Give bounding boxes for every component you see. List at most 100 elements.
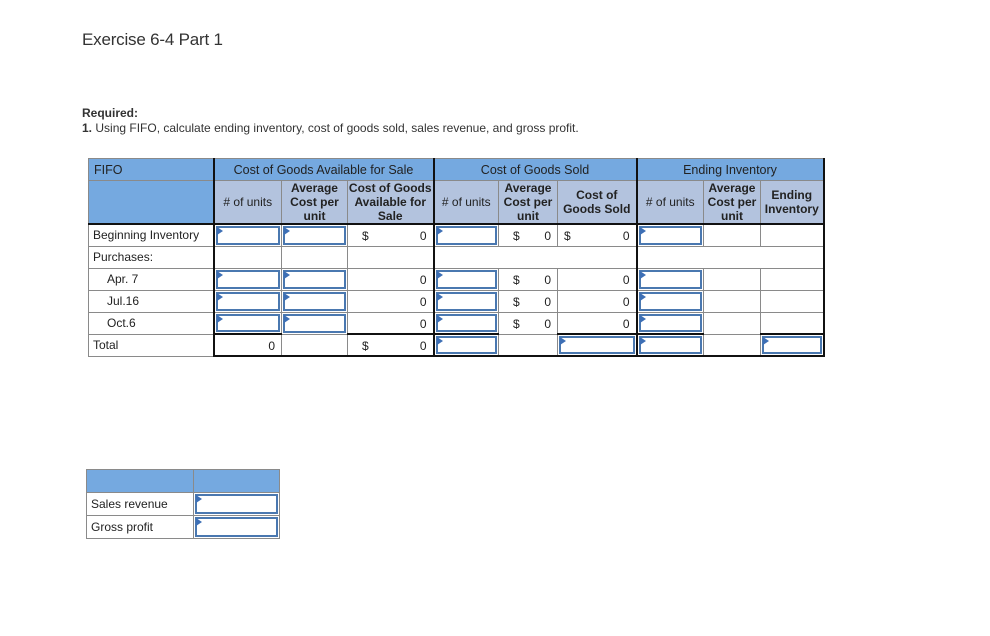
page-title: Exercise 6-4 Part 1	[82, 30, 223, 49]
cgas-avg-cost-input[interactable]	[283, 291, 346, 311]
cgas-total-cell: $0	[347, 223, 434, 247]
ei-units-input[interactable]	[638, 291, 702, 311]
table-row-purchases: Purchases:	[88, 245, 825, 269]
column-header-row: # of units Average Cost per unit Cost of…	[88, 180, 825, 225]
cogs-avg-cell: $0	[498, 289, 558, 313]
cogs-total-cell: 0	[557, 289, 637, 313]
cgas-avg-total-cell	[281, 333, 348, 357]
cogs-units-total-input[interactable]	[435, 336, 497, 354]
ei-avg-cell	[703, 311, 761, 335]
cogs-units-input[interactable]	[435, 313, 497, 332]
ei-total-cell	[760, 223, 825, 247]
cogs-total-value: 0	[622, 316, 630, 331]
cogs-avg-value: 0	[544, 229, 551, 243]
fifo-table: FIFO Cost of Goods Available for Sale Co…	[88, 158, 825, 357]
col-header-ei-total: Ending Inventory	[760, 180, 825, 225]
row-label: Total	[88, 333, 214, 357]
cogs-units-input[interactable]	[435, 269, 497, 289]
cgas-total-value: 0	[419, 316, 427, 331]
required-text: Using FIFO, calculate ending inventory, …	[95, 121, 579, 135]
table-row-total: Total 0 $0	[88, 333, 825, 357]
table-row-beginning-inventory: Beginning Inventory $0 $0 $0	[88, 223, 825, 247]
cgas-units-total-value: 0	[268, 339, 275, 353]
cgas-units-input[interactable]	[215, 226, 280, 245]
cogs-total-value: 0	[622, 294, 630, 309]
cgas-total-value: 0	[419, 294, 427, 309]
sales-revenue-input[interactable]	[195, 494, 278, 514]
cgas-total-cell: 0	[347, 311, 434, 335]
cogs-avg-cell: $0	[498, 311, 558, 335]
cogs-avg-value: 0	[544, 294, 551, 309]
gross-profit-label: Gross profit	[86, 515, 194, 539]
group-header-ei: Ending Inventory	[635, 158, 825, 181]
table-row-apr-7: Apr. 7 0 $0 0	[88, 267, 825, 291]
summary-row-gross-profit: Gross profit	[86, 515, 280, 539]
cgas-units-input[interactable]	[215, 291, 280, 311]
cogs-units-input[interactable]	[435, 291, 497, 311]
cogs-avg-value: 0	[544, 272, 551, 287]
cogs-total-value: 0	[622, 272, 630, 287]
summary-table: Sales revenue Gross profit	[86, 469, 280, 539]
summary-row-sales-revenue: Sales revenue	[86, 492, 280, 516]
ei-units-input[interactable]	[638, 269, 702, 289]
table-row-oct-6: Oct.6 0 $0 0	[88, 311, 825, 335]
fifo-corner-label: FIFO	[88, 158, 214, 181]
group-header-row: FIFO Cost of Goods Available for Sale Co…	[88, 158, 825, 181]
cgas-avg-cost-input[interactable]	[283, 313, 346, 333]
cgas-units-input[interactable]	[215, 269, 280, 289]
currency-symbol: $	[362, 339, 369, 353]
cogs-avg-cell: $0	[498, 223, 558, 247]
ei-units-total-input[interactable]	[638, 336, 702, 354]
col-header-cgas-total: Cost of Goods Available for Sale	[347, 180, 434, 225]
ei-avg-cell	[703, 289, 761, 313]
ei-total-cell	[760, 267, 825, 291]
cogs-avg-value: 0	[544, 316, 551, 331]
group-header-cogs: Cost of Goods Sold	[432, 158, 637, 181]
ei-avg-cell	[703, 223, 761, 247]
currency-symbol: $	[564, 229, 571, 243]
cgas-avg-cost-input[interactable]	[283, 269, 346, 289]
col-header-cgas-units: # of units	[212, 180, 282, 225]
row-label: Purchases:	[88, 245, 214, 269]
cgas-total-value: 0	[419, 229, 427, 243]
cogs-total-cell: $0	[557, 223, 637, 247]
cgas-units-input[interactable]	[215, 313, 280, 332]
currency-symbol: $	[362, 229, 369, 243]
currency-symbol: $	[513, 316, 520, 331]
cogs-total-value: 0	[622, 229, 630, 243]
cgas-avg-cost-input[interactable]	[283, 226, 346, 245]
cogs-units-input[interactable]	[435, 226, 497, 245]
row-label: Oct.6	[88, 311, 214, 335]
row-label: Jul.16	[88, 289, 214, 313]
header-blank	[88, 180, 214, 225]
col-header-ei-avg: Average Cost per unit	[703, 180, 761, 225]
cgas-total-cell: 0	[347, 267, 434, 291]
col-header-ei-units: # of units	[635, 180, 704, 225]
col-header-cogs-units: # of units	[432, 180, 499, 225]
currency-symbol: $	[513, 229, 520, 243]
row-label: Beginning Inventory	[88, 223, 214, 247]
summary-header-row	[86, 469, 280, 493]
col-header-cogs-total: Cost of Goods Sold	[557, 180, 637, 225]
row-label: Apr. 7	[88, 267, 214, 291]
required-number: 1.	[82, 121, 93, 135]
ei-total-cell	[760, 289, 825, 313]
cogs-avg-total-cell	[498, 333, 558, 357]
currency-symbol: $	[513, 272, 520, 287]
ei-total-input[interactable]	[762, 336, 822, 354]
cgas-units-total-cell: 0	[212, 333, 282, 357]
cgas-total-value: 0	[419, 272, 427, 287]
cgas-total-cell: 0	[347, 289, 434, 313]
col-header-cogs-avg: Average Cost per unit	[498, 180, 558, 225]
currency-symbol: $	[513, 294, 520, 309]
cogs-avg-cell: $0	[498, 267, 558, 291]
ei-units-input[interactable]	[638, 313, 702, 332]
required-label: Required:	[82, 106, 139, 120]
ei-units-input[interactable]	[638, 226, 702, 245]
gross-profit-input[interactable]	[195, 517, 278, 537]
sales-revenue-label: Sales revenue	[86, 492, 194, 516]
cogs-total-cell: 0	[557, 267, 637, 291]
cogs-total-cell: 0	[557, 311, 637, 335]
cgas-total-cell: $0	[347, 333, 434, 357]
cogs-total-input[interactable]	[559, 336, 635, 354]
